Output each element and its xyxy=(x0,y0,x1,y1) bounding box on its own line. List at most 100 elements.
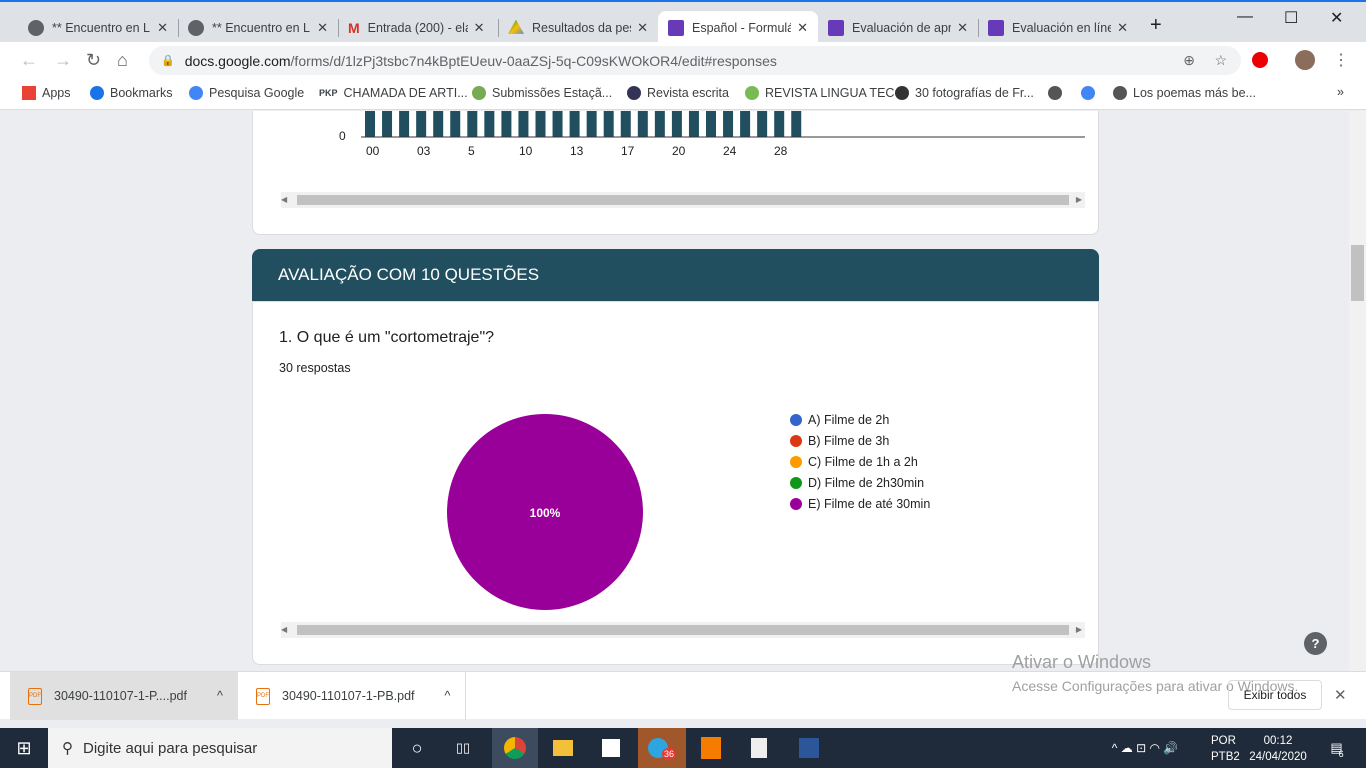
file-explorer-icon[interactable] xyxy=(540,728,586,768)
tab-title: Entrada (200) - ela xyxy=(367,20,468,35)
windows-start-icon[interactable]: ⊞ xyxy=(0,728,48,768)
tab[interactable]: M Entrada (200) - ela ✕ xyxy=(338,11,498,44)
response-count: 30 respostas xyxy=(279,361,351,375)
site-icon xyxy=(472,86,486,100)
close-tab-icon[interactable]: ✕ xyxy=(1117,20,1128,36)
clock[interactable]: 00:12 24/04/2020 xyxy=(1248,733,1308,765)
x-tick-label: 24 xyxy=(723,144,737,158)
legend: A) Filme de 2h B) Filme de 3h C) Filme de … xyxy=(790,409,930,514)
address-bar[interactable]: 🔒 docs.google.com/forms/d/1lzPj3tsbc7n4k… xyxy=(149,46,1241,75)
bar xyxy=(518,111,529,137)
tab[interactable]: Evaluación en líne ✕ xyxy=(978,11,1138,44)
bar xyxy=(757,111,768,137)
document-icon[interactable] xyxy=(736,728,782,768)
task-view-icon[interactable]: ▯▯ xyxy=(440,728,486,768)
bar xyxy=(586,111,597,137)
system-tray[interactable]: ^ ☁ ⊡ ◠ 🔊 xyxy=(1090,728,1200,768)
close-downloads-button[interactable]: ✕ xyxy=(1334,686,1347,704)
close-tab-icon[interactable]: ✕ xyxy=(157,20,168,36)
bar xyxy=(671,111,682,137)
bar-chart xyxy=(361,111,1085,138)
bookmark[interactable]: Bookmarks xyxy=(90,86,173,100)
show-all-button[interactable]: Exibir todos xyxy=(1228,680,1322,710)
minimize-button[interactable]: — xyxy=(1237,8,1253,26)
chevron-up-icon[interactable]: ^ xyxy=(217,689,223,703)
x-tick-label: 17 xyxy=(621,144,635,158)
close-tab-icon[interactable]: ✕ xyxy=(317,20,328,36)
zoom-icon[interactable]: ⊕ xyxy=(1183,52,1195,69)
tab[interactable]: Español - Formulá ✕ xyxy=(658,11,818,44)
star-icon[interactable]: ☆ xyxy=(1214,52,1227,69)
close-tab-icon[interactable]: ✕ xyxy=(637,20,648,36)
legend-dot-icon xyxy=(790,455,802,468)
notifications-icon[interactable]: ▤ 6 xyxy=(1322,728,1352,768)
question-card: 1. O que é um "cortometraje"? 30 respost… xyxy=(252,301,1099,665)
chrome-taskbar-icon[interactable] xyxy=(492,728,538,768)
bar xyxy=(688,111,699,137)
close-window-button[interactable]: ✕ xyxy=(1330,8,1343,28)
gmail-icon: M xyxy=(348,19,360,36)
close-tab-icon[interactable]: ✕ xyxy=(474,20,485,36)
lock-icon: 🔒 xyxy=(161,55,175,67)
avatar[interactable] xyxy=(1295,50,1315,70)
bookmark[interactable]: Los poemas más be... xyxy=(1113,86,1256,100)
horizontal-scrollbar[interactable]: ◀ ▶ xyxy=(281,192,1085,208)
pdf-icon: PDF xyxy=(28,687,42,705)
bookmark[interactable]: Pesquisa Google xyxy=(189,86,304,100)
tab[interactable]: ** Encuentro en Lí ✕ xyxy=(178,11,338,44)
download-item[interactable]: PDF 30490-110107-1-P....pdf ^ xyxy=(10,672,238,720)
forms-icon xyxy=(988,19,1004,36)
bookmark-label: Revista escrita xyxy=(647,86,729,100)
bar xyxy=(620,111,631,137)
foxit-icon[interactable] xyxy=(688,728,734,768)
bar xyxy=(740,111,751,137)
new-tab-button[interactable]: + xyxy=(1150,14,1162,37)
bar xyxy=(365,111,375,137)
maximize-button[interactable]: ☐ xyxy=(1284,8,1298,28)
bookmark[interactable]: PKP CHAMADA DE ARTI... xyxy=(319,86,468,100)
store-icon[interactable] xyxy=(588,728,634,768)
taskbar-search[interactable]: ⚲ Digite aqui para pesquisar xyxy=(48,728,392,768)
reload-button[interactable]: ↻ xyxy=(86,50,101,71)
forward-button[interactable]: → xyxy=(54,50,72,71)
vertical-scrollbar[interactable] xyxy=(1349,111,1366,671)
legend-label: C) Filme de 1h a 2h xyxy=(808,454,918,469)
close-tab-icon[interactable]: ✕ xyxy=(797,20,808,36)
back-button[interactable]: ← xyxy=(20,50,38,71)
telegram-icon[interactable]: 36 xyxy=(638,728,686,768)
input-language[interactable]: POR PTB2 xyxy=(1211,733,1240,765)
adblock-icon[interactable] xyxy=(1252,52,1268,68)
bar xyxy=(552,111,563,137)
x-tick-label: 13 xyxy=(570,144,584,158)
chevron-up-icon[interactable]: ^ xyxy=(445,689,451,703)
bookmark[interactable]: 30 fotografías de Fr... xyxy=(895,86,1034,100)
word-icon[interactable] xyxy=(786,728,832,768)
home-button[interactable]: ⌂ xyxy=(117,50,128,71)
legend-label: A) Filme de 2h xyxy=(808,412,890,427)
horizontal-scrollbar[interactable]: ◀ ▶ xyxy=(281,622,1085,638)
download-item[interactable]: PDF 30490-110107-1-PB.pdf ^ xyxy=(238,672,466,720)
bookmark[interactable] xyxy=(1048,86,1062,100)
bookmark[interactable]: REVISTA LINGUA TEC xyxy=(745,86,894,100)
menu-icon[interactable]: ⋮ xyxy=(1333,50,1349,70)
bookmark[interactable]: Submissões Estaçã... xyxy=(472,86,612,100)
more-bookmarks-icon[interactable]: » xyxy=(1337,85,1344,99)
close-tab-icon[interactable]: ✕ xyxy=(957,20,968,36)
cortana-icon[interactable]: ○ xyxy=(394,728,440,768)
bar xyxy=(416,111,427,137)
legend-dot-icon xyxy=(790,476,802,489)
bar xyxy=(399,111,410,137)
bookmark[interactable]: Revista escrita xyxy=(627,86,729,100)
bookmark-label: Pesquisa Google xyxy=(209,86,305,100)
url-host: docs.google.com xyxy=(184,52,291,69)
bookmark[interactable] xyxy=(1081,86,1095,100)
bookmark[interactable]: Apps xyxy=(22,86,71,100)
tab[interactable]: Evaluación de apre ✕ xyxy=(818,11,978,44)
globe-icon xyxy=(627,86,641,100)
tab[interactable]: ** Encuentro en Lí ✕ xyxy=(18,11,178,44)
bookmark-label: Apps xyxy=(42,86,71,100)
legend-dot-icon xyxy=(790,434,802,447)
help-button[interactable]: ? xyxy=(1304,632,1327,655)
tab[interactable]: Resultados da pes ✕ xyxy=(498,11,658,44)
forms-icon xyxy=(668,19,684,36)
